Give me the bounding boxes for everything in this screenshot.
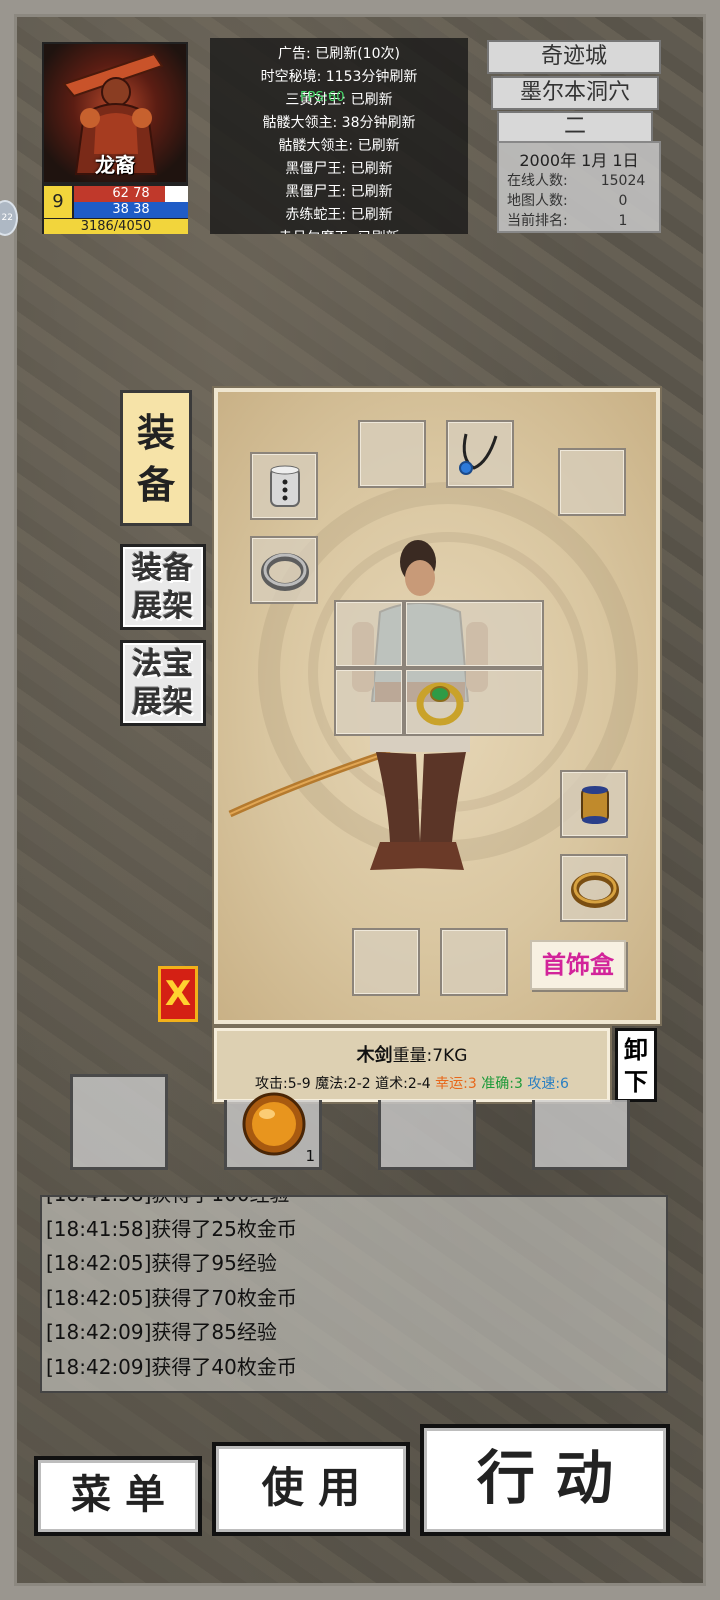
boss-refresh-line: 赤练蛇王: 已刷新 (285, 207, 393, 223)
boss-refresh-line: 骷髅大领主: 已刷新 (278, 138, 400, 154)
gold-ring-icon (571, 872, 619, 908)
boss-refresh-line: 黑僵尸王: 已刷新 (285, 184, 393, 200)
slot-boots[interactable] (440, 928, 508, 996)
equipment-shelf-line2: 展架 (132, 589, 194, 624)
log-entry: [18:41:58]获得了100经验 (46, 1197, 666, 1212)
hp-text: 62 78 (112, 186, 150, 201)
close-button[interactable]: X (158, 966, 198, 1022)
tab-equipment[interactable]: 装 备 (120, 390, 192, 526)
slot-necklace[interactable] (446, 420, 514, 488)
quick-slot-3[interactable] (378, 1100, 476, 1170)
mp-bar: 38 38 (74, 202, 188, 218)
game-date: 2000年 1月 1日 (519, 151, 639, 170)
hp-bar: 62 78 (74, 186, 188, 202)
message-log[interactable]: [18:41:58]获得了100经验 [18:41:58]获得了25枚金币 [18:… (40, 1195, 668, 1393)
map-players-value: 0 (618, 193, 628, 209)
equipment-shelf-line1: 装备 (132, 551, 194, 586)
unequip-button[interactable]: 卸 下 (615, 1028, 657, 1102)
item-weight: 重量:7KG (392, 1046, 468, 1066)
use-button[interactable]: 使 用 (212, 1442, 410, 1536)
item-taoism: 道术:2-4 (375, 1076, 431, 1092)
player-stats: 9 62 78 38 38 3186/4050 (42, 184, 188, 234)
potion-icon (242, 1092, 306, 1156)
log-entry: [18:42:09]获得了40枚金币 (46, 1354, 297, 1379)
slot-ring-right[interactable] (560, 854, 628, 922)
quick-slot-2[interactable]: 1 (224, 1092, 322, 1170)
floor-label: 二 (497, 111, 653, 143)
quick-slot-2-count: 1 (305, 1147, 315, 1165)
server-status: 2000年 1月 1日 在线人数: 15024 地图人数: 0 当前排名: 1 (497, 141, 661, 233)
boss-refresh-line: 广告: 已刷新(10次) (278, 46, 400, 62)
boss-refresh-line: 赤月匀魔王: 已刷新 (210, 227, 468, 234)
map-label[interactable]: 墨尔本洞穴 (491, 76, 659, 110)
map-players-label: 地图人数: (507, 193, 568, 209)
menu-button[interactable]: 菜 单 (34, 1456, 202, 1536)
rank-value: 1 (618, 213, 628, 229)
equipment-shelf-button[interactable]: 装备 展架 (120, 544, 206, 630)
quick-slot-4[interactable] (532, 1100, 630, 1170)
log-entry: [18:42:05]获得了95经验 (46, 1251, 277, 1275)
equipment-panel (214, 388, 660, 1024)
bronze-bracelet-icon (581, 786, 609, 824)
rank-label: 当前排名: (507, 213, 568, 229)
item-name: 木剑 (356, 1045, 393, 1066)
slot-medal[interactable] (334, 668, 404, 736)
bracelet-icon (270, 465, 300, 507)
slot-armor[interactable] (404, 600, 544, 668)
item-magic: 魔法:2-2 (315, 1076, 371, 1092)
online-value: 15024 (600, 173, 646, 189)
city-label[interactable]: 奇迹城 (487, 40, 661, 74)
player-name: 龙裔 (95, 153, 135, 177)
quick-slot-1[interactable] (70, 1074, 168, 1170)
boss-refresh-line: 时空秘境: 1153分钟刷新 (260, 69, 418, 85)
exp-bar: 3186/4050 (44, 218, 188, 234)
slot-hat[interactable] (558, 448, 626, 516)
item-accuracy: 准确:3 (481, 1076, 523, 1092)
item-luck: 幸运:3 (435, 1076, 477, 1092)
unequip-line2: 下 (624, 1068, 648, 1096)
fps-counter: FPS:60 (300, 90, 345, 105)
ring-icon (261, 553, 309, 591)
jewelry-box-button[interactable]: 首饰盒 (530, 940, 626, 990)
action-button[interactable]: 行 动 (420, 1424, 670, 1536)
unequip-line1: 卸 (624, 1036, 648, 1064)
slot-helmet[interactable] (358, 420, 426, 488)
item-speed: 攻速:6 (527, 1076, 569, 1092)
slot-weapon[interactable] (334, 600, 404, 668)
mp-text: 38 38 (112, 202, 150, 217)
treasure-shelf-line1: 法宝 (132, 647, 194, 682)
player-level: 9 (44, 186, 74, 218)
online-label: 在线人数: (507, 173, 568, 189)
boss-refresh-line: 骷髅大领主: 38分钟刷新 (262, 115, 416, 131)
log-entry: [18:41:58]获得了25枚金币 (46, 1216, 297, 1241)
log-entry: [18:42:09]获得了85经验 (46, 1320, 277, 1344)
necklace-icon (459, 433, 498, 475)
slot-ring-left[interactable] (250, 536, 318, 604)
gold-ring-green-gem-icon (416, 682, 464, 726)
slot-belt[interactable] (352, 928, 420, 996)
tab-equipment-line1: 装 (136, 411, 175, 455)
boss-refresh-line: 黑僵尸王: 已刷新 (285, 161, 393, 177)
tab-equipment-line2: 备 (136, 463, 175, 507)
slot-bracelet-right[interactable] (560, 770, 628, 838)
boss-refresh-panel: 广告: 已刷新(10次) 时空秘境: 1153分钟刷新 三黄对王: 已刷新 骷髅大领主… (210, 38, 468, 234)
treasure-shelf-line2: 展架 (132, 685, 194, 720)
log-entry: [18:42:05]获得了70枚金币 (46, 1285, 297, 1310)
player-avatar[interactable]: 龙裔 (42, 42, 188, 184)
slot-gem[interactable] (404, 668, 544, 736)
slot-bracelet-left[interactable] (250, 452, 318, 520)
treasure-shelf-button[interactable]: 法宝 展架 (120, 640, 206, 726)
